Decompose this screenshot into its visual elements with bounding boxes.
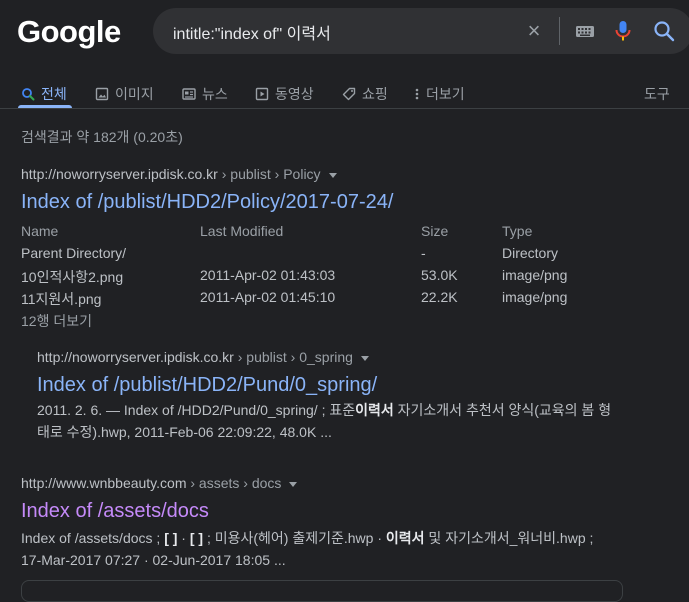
- snippet-text: 자기소개서 추천서 양식(교육의 봄 형: [393, 402, 612, 418]
- snippet-highlight: [ ]: [189, 530, 204, 546]
- snippet-text: 및 자기소개서_워너비.hwp ;: [424, 530, 594, 546]
- search-input[interactable]: intitle:"index of" 이력서: [173, 20, 331, 44]
- tab-news[interactable]: 뉴스: [182, 82, 228, 106]
- tab-label: 동영상: [275, 86, 314, 102]
- tab-label: 이미지: [115, 86, 154, 102]
- snippet-text: ·: [177, 530, 190, 546]
- tag-icon: [342, 87, 356, 101]
- tab-label: 더보기: [426, 86, 465, 102]
- snippet-highlight: 이력서: [355, 402, 394, 418]
- result-path: › publist › Policy: [217, 166, 321, 182]
- result-cite[interactable]: http://noworryserver.ipdisk.co.kr › publ…: [37, 349, 369, 365]
- result-domain: http://www.wnbbeauty.com: [21, 475, 187, 491]
- table-cell: Parent Directory/: [21, 245, 127, 261]
- table-cell: image/png: [502, 267, 568, 283]
- table-cell: Directory: [502, 245, 559, 261]
- table-cell: image/png: [502, 289, 568, 305]
- table-header-modified: Last Modified: [200, 223, 284, 239]
- tab-shopping[interactable]: 쇼핑: [342, 82, 388, 106]
- chevron-down-icon[interactable]: [360, 355, 369, 361]
- result-snippet: Index of /assets/docs ; [ ] · [ ] ; 미용사(…: [21, 527, 661, 571]
- result-cite[interactable]: http://noworryserver.ipdisk.co.kr › publ…: [21, 166, 337, 182]
- search-icon[interactable]: [652, 19, 676, 43]
- tab-label: 쇼핑: [362, 86, 388, 102]
- result-title[interactable]: Index of /assets/docs: [21, 500, 209, 523]
- result-stats: 검색결과 약 182개 (0.20초): [21, 129, 183, 145]
- snippet-text: 17-Mar-2017 07:27 · 02-Jun-2017 18:05 ..…: [21, 552, 286, 568]
- more-vert-icon: [415, 88, 419, 100]
- google-logo[interactable]: Google: [17, 14, 121, 50]
- table-header-type: Type: [502, 223, 533, 239]
- result-cite[interactable]: http://www.wnbbeauty.com › assets › docs: [21, 475, 298, 491]
- tools-label: 도구: [644, 86, 670, 102]
- table-header-size: Size: [421, 223, 449, 239]
- table-cell: 2011-Apr-02 01:43:03: [200, 267, 336, 283]
- tabs-divider: [0, 108, 689, 109]
- result-path: › publist › 0_spring: [233, 349, 353, 365]
- more-rows-link[interactable]: 12행 더보기: [21, 311, 92, 331]
- table-cell: 2011-Apr-02 01:45:10: [200, 289, 336, 305]
- next-result-card: [21, 580, 623, 602]
- snippet-text: 태로 수정).hwp, 2011-Feb-06 22:09:22, 48.0K …: [37, 424, 332, 440]
- table-cell: 11지원서.png: [21, 291, 102, 307]
- tools-button[interactable]: 도구: [644, 82, 670, 106]
- table-cell: 22.2K: [421, 289, 458, 305]
- clear-icon[interactable]: ×: [522, 19, 546, 43]
- tab-images[interactable]: 이미지: [95, 82, 154, 106]
- table-cell: -: [421, 245, 426, 261]
- search-divider: [559, 17, 560, 45]
- result-path: › assets › docs: [186, 475, 282, 491]
- snippet-text: 2011. 2. 6. — Index of /HDD2/Pund/0_spri…: [37, 402, 356, 418]
- video-icon: [255, 87, 269, 101]
- news-icon: [182, 88, 196, 100]
- snippet-highlight: 이력서: [385, 530, 425, 546]
- table-header-name: Name: [21, 223, 59, 239]
- snippet-highlight: [ ]: [164, 530, 178, 546]
- result-domain: http://noworryserver.ipdisk.co.kr: [21, 166, 218, 182]
- search-icon: [22, 88, 35, 101]
- result-title[interactable]: Index of /publist/HDD2/Pund/0_spring/: [37, 374, 377, 397]
- result-domain: http://noworryserver.ipdisk.co.kr: [37, 349, 234, 365]
- tab-more[interactable]: 더보기: [414, 82, 465, 106]
- mic-icon[interactable]: [612, 19, 634, 43]
- table-cell: 53.0K: [421, 267, 458, 283]
- keyboard-icon[interactable]: [574, 21, 596, 41]
- tab-all[interactable]: 전체: [21, 82, 67, 106]
- table-cell: 10인적사항2.png: [21, 269, 124, 285]
- tab-videos[interactable]: 동영상: [255, 82, 314, 106]
- snippet-text: ; 미용사(헤어) 출제기준.hwp ·: [203, 530, 386, 546]
- result-title[interactable]: Index of /publist/HDD2/Policy/2017-07-24…: [21, 191, 393, 214]
- tab-label: 뉴스: [202, 86, 228, 102]
- snippet-text: Index of /assets/docs ;: [21, 530, 165, 546]
- image-icon: [95, 87, 109, 101]
- tab-label: 전체: [41, 86, 67, 102]
- search-tabs: 전체 이미지 뉴스 동영상 쇼핑 더보기 도구: [0, 82, 689, 106]
- chevron-down-icon[interactable]: [328, 172, 337, 178]
- result-snippet: 2011. 2. 6. — Index of /HDD2/Pund/0_spri…: [37, 399, 647, 443]
- chevron-down-icon[interactable]: [289, 481, 298, 487]
